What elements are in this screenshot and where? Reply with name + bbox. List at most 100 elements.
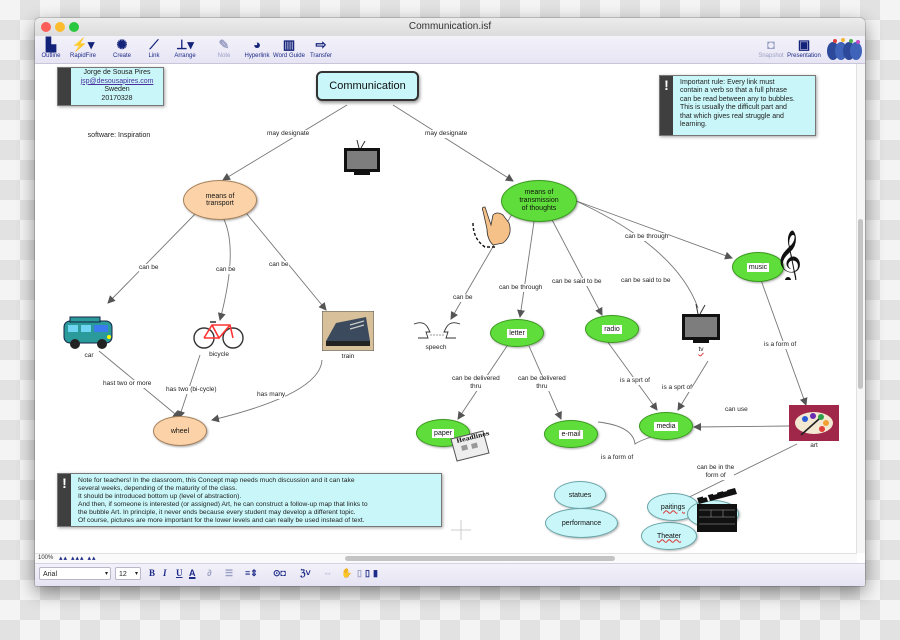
link-line <box>564 195 699 309</box>
line-weight-thick-icon[interactable]: ▮ <box>373 568 378 579</box>
node-media[interactable]: media <box>639 412 693 440</box>
concept-map-canvas[interactable]: Jorge de Sousa Pires jsp@desousapires.co… <box>35 64 857 553</box>
link-line <box>241 207 327 311</box>
node-communication[interactable]: Communication <box>316 71 419 101</box>
zoom-level[interactable]: 100% <box>38 554 53 563</box>
node-letter[interactable]: letter <box>490 319 544 347</box>
link-label[interactable]: may designate <box>267 130 310 138</box>
link-label[interactable]: can be through <box>625 233 669 241</box>
link-label[interactable]: can be said to be <box>621 277 671 285</box>
font-family-select[interactable]: Arial ▾ <box>39 567 111 580</box>
art-label: art <box>810 442 818 449</box>
bold-button[interactable]: B <box>149 568 155 578</box>
speech-picture-icon[interactable] <box>410 320 464 342</box>
title-bar: Communication.isf <box>35 18 865 36</box>
train-picture-icon[interactable] <box>322 311 374 351</box>
arrange-button[interactable]: ⊥▾ Arrange <box>163 37 207 59</box>
presentation-button[interactable]: ▣ Presentation <box>782 37 826 59</box>
clapperboard-icon[interactable] <box>695 486 741 534</box>
exclamation-icon: ! <box>660 76 673 135</box>
line-spacing-icon[interactable]: ☰ <box>225 568 233 579</box>
teacher-note[interactable]: ! Note for teachers! In the classroom, t… <box>57 473 442 527</box>
underline-button[interactable]: U <box>176 568 183 578</box>
important-rule-text: Important rule: Every link must contain … <box>680 79 795 129</box>
link-label[interactable]: can be delivered thru <box>518 375 566 391</box>
chevron-down-icon: ▾ <box>134 571 138 577</box>
app-window: Communication.isf ▙ Outline ⚡▾ RapidFire… <box>35 18 865 586</box>
close-window-button[interactable] <box>41 22 51 32</box>
author-country: Sweden <box>104 86 130 93</box>
newspaper-icon[interactable]: Headlines <box>447 429 491 463</box>
link-label[interactable]: is a sprt of <box>620 377 650 385</box>
horizontal-scroll-thumb[interactable] <box>345 556 615 561</box>
zoom-window-button[interactable] <box>69 22 79 32</box>
link-label[interactable]: is a form of <box>764 341 797 349</box>
crosshair-cursor-icon <box>451 520 471 540</box>
main-toolbar: ▙ Outline ⚡▾ RapidFire ✺ Create ⟋ Link ⊥… <box>35 36 865 64</box>
node-means-of-transport[interactable]: means of transport <box>183 180 257 220</box>
vertical-scroll-thumb[interactable] <box>858 219 863 389</box>
node-theater[interactable]: Theater <box>641 522 697 550</box>
presentation-icon: ▣ <box>797 37 811 52</box>
link-line <box>570 198 733 260</box>
link-line <box>548 213 603 316</box>
link-label[interactable]: can be <box>453 294 473 302</box>
link-label[interactable]: may designate <box>425 130 468 138</box>
tv-label: tv <box>698 346 704 353</box>
font-size-select[interactable]: 12 ▾ <box>115 567 141 580</box>
car-picture-icon[interactable] <box>62 315 116 351</box>
link-label[interactable]: is a sprt of <box>662 384 692 392</box>
rapidfire-button[interactable]: ⚡▾ RapidFire <box>61 37 105 59</box>
link-line <box>107 208 201 304</box>
link-label[interactable]: can be through <box>499 284 543 292</box>
author-note[interactable]: Jorge de Sousa Pires jsp@desousapires.co… <box>57 67 164 106</box>
bicycle-picture-icon[interactable] <box>192 320 246 350</box>
link-label[interactable]: can use <box>725 406 748 414</box>
author-name: Jorge de Sousa Pires <box>83 69 151 76</box>
chevron-down-icon: ▾ <box>104 571 108 577</box>
art-palette-icon[interactable] <box>789 405 839 441</box>
node-e-mail[interactable]: e-mail <box>544 420 598 448</box>
link-label[interactable]: has two (bi-cycle) <box>166 386 217 394</box>
bicycle-label: bicycle <box>209 351 229 358</box>
link-style-icon[interactable]: ℨ˅ <box>300 568 311 579</box>
window-title: Communication.isf <box>408 21 492 32</box>
node-statues[interactable]: statues <box>554 481 606 509</box>
minimize-window-button[interactable] <box>55 22 65 32</box>
tv-picture-icon[interactable] <box>680 304 722 346</box>
link-label[interactable]: can be <box>269 261 289 269</box>
link-label[interactable]: is a form of <box>601 454 634 462</box>
link-label[interactable]: can be said to be <box>552 278 602 286</box>
link-label[interactable]: can be <box>216 266 236 274</box>
alignment-icon[interactable]: ≡⇕ <box>245 568 258 579</box>
svg-text:𝄞: 𝄞 <box>775 229 801 280</box>
tv-picture-icon[interactable] <box>342 140 382 180</box>
line-weight-thin-icon[interactable]: ▯ <box>357 568 362 579</box>
transfer-button[interactable]: ⇨ Transfer <box>299 37 343 59</box>
link-label[interactable]: can be <box>139 264 159 272</box>
move-icon[interactable]: ⇔ <box>323 568 332 578</box>
link-label[interactable]: has many <box>257 391 286 399</box>
italic-button[interactable]: I <box>163 568 167 578</box>
zoom-steps-icon[interactable]: ▴▴ ▴▴▴ ▴▴ <box>59 554 97 562</box>
hand-gesture-icon[interactable] <box>469 205 517 251</box>
train-label: train <box>341 353 355 360</box>
link-label[interactable]: hast two or more <box>103 380 152 388</box>
important-rule-note[interactable]: ! Important rule: Every link must contai… <box>659 75 816 136</box>
link-label[interactable]: can be delivered thru <box>452 375 500 391</box>
node-wheel[interactable]: wheel <box>153 416 207 446</box>
link-label[interactable]: can be in the form of <box>697 464 735 480</box>
node-performance[interactable]: performance <box>545 508 618 538</box>
spelling-icon[interactable]: ∂ <box>207 568 211 578</box>
author-email-link[interactable]: jsp@desousapires.com <box>81 78 154 85</box>
node-radio[interactable]: radio <box>585 315 639 343</box>
symbol-library-icon[interactable]: ⊙◘ <box>273 568 286 579</box>
line-weight-medium-icon[interactable]: ▯ <box>365 568 370 579</box>
text-color-button[interactable]: A <box>189 568 196 578</box>
arrange-icon: ⊥▾ <box>176 37 194 52</box>
link-line <box>693 422 790 431</box>
hand-tool-icon[interactable]: ✋ <box>341 568 352 579</box>
treble-clef-icon[interactable]: 𝄞 <box>775 228 801 280</box>
inspiration-logo-icon <box>827 38 862 60</box>
vertical-scrollbar[interactable] <box>856 64 865 553</box>
